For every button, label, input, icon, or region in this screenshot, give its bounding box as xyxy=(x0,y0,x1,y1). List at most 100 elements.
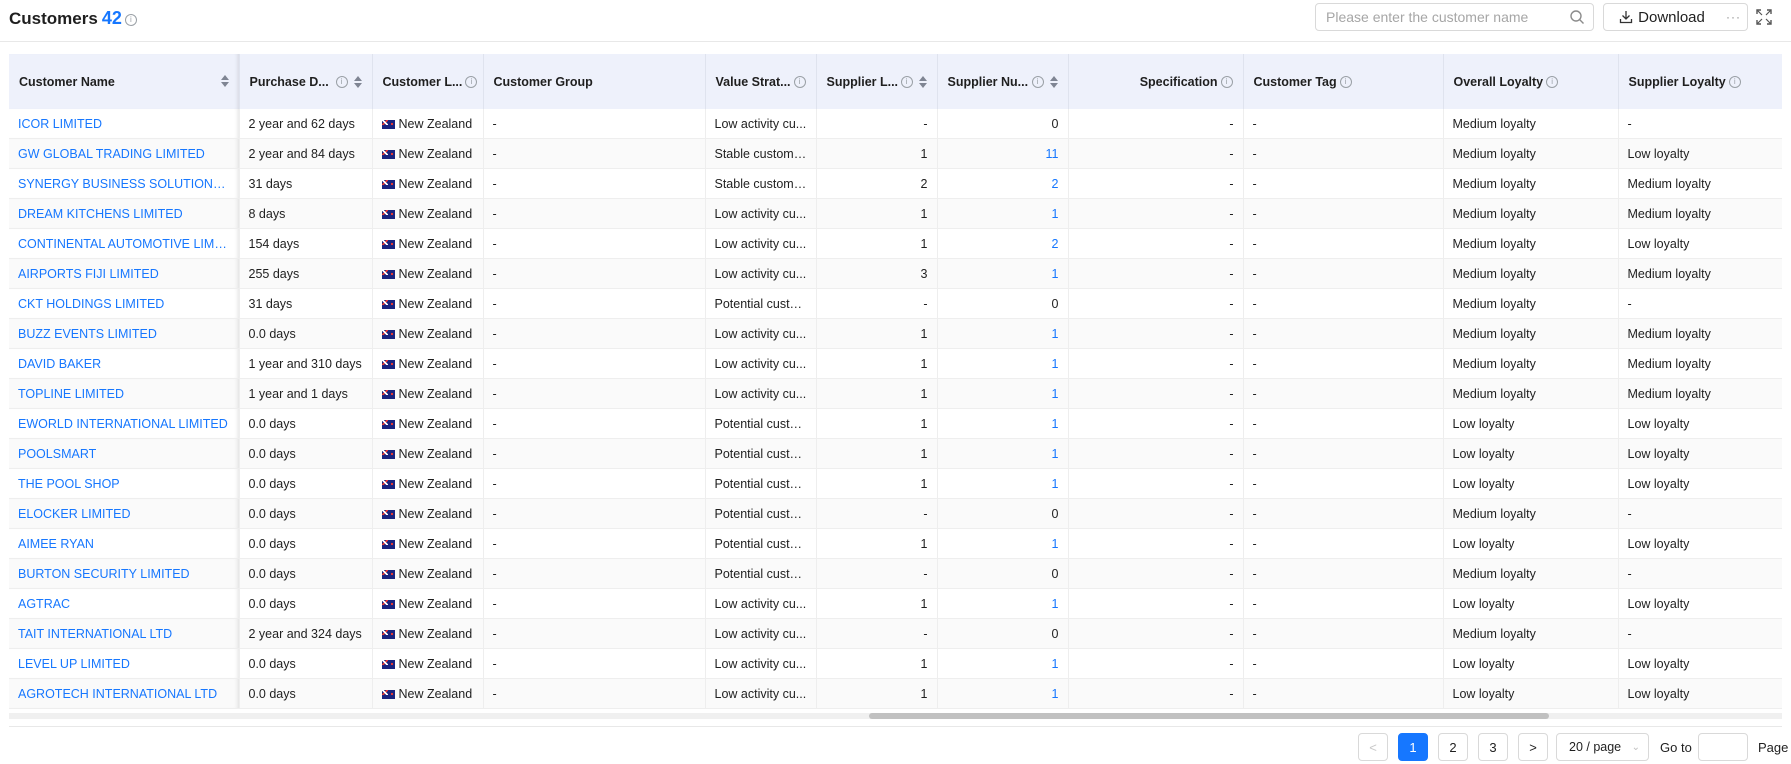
info-icon[interactable]: i xyxy=(465,76,478,89)
cell-customer-name[interactable]: DREAM KITCHENS LIMITED xyxy=(9,198,240,229)
table-row[interactable]: SYNERGY BUSINESS SOLUTIONS LIM... 31 days… xyxy=(9,168,1782,199)
info-icon[interactable]: i xyxy=(124,13,137,26)
prev-page-button[interactable]: < xyxy=(1358,733,1388,761)
cell-customer-tag-text: - xyxy=(1252,206,1257,221)
cell-supplier-number[interactable]: 1 xyxy=(937,258,1069,289)
cell-customer-name[interactable]: TAIT INTERNATIONAL LTD xyxy=(9,618,240,649)
cell-customer-name[interactable]: AGTRAC xyxy=(9,588,240,619)
cell-customer-name[interactable]: CKT HOLDINGS LIMITED xyxy=(9,288,240,319)
cell-specification-text: - xyxy=(1229,176,1234,191)
table-row[interactable]: CONTINENTAL AUTOMOTIVE LIMITED 154 days Ne… xyxy=(9,228,1782,259)
cell-supplier-number[interactable]: 1 xyxy=(937,408,1069,439)
cell-customer-location: New Zealand xyxy=(372,618,484,649)
column-header-customer-group[interactable]: Customer Group xyxy=(483,54,706,109)
table-row[interactable]: THE POOL SHOP 0.0 days New Zealand - Potenti… xyxy=(9,468,1782,499)
table-row[interactable]: DAVID BAKER 1 year and 310 days New Zealan… xyxy=(9,348,1782,379)
goto-page-input[interactable] xyxy=(1698,733,1748,761)
cell-customer-name[interactable]: BURTON SECURITY LIMITED xyxy=(9,558,240,589)
page-button-3[interactable]: 3 xyxy=(1478,733,1508,761)
column-header-specification[interactable]: Specification i xyxy=(1068,54,1244,109)
sort-icon[interactable] xyxy=(353,75,362,89)
table-row[interactable]: AIRPORTS FIJI LIMITED 255 days New Zealand… xyxy=(9,258,1782,289)
table-row[interactable]: BUZZ EVENTS LIMITED 0.0 days New Zealand - L… xyxy=(9,318,1782,349)
info-icon[interactable]: i xyxy=(793,76,806,89)
cell-supplier-number[interactable]: 2 xyxy=(937,228,1069,259)
cell-customer-name[interactable]: THE POOL SHOP xyxy=(9,468,240,499)
cell-supplier-number[interactable]: 1 xyxy=(937,438,1069,469)
table-row[interactable]: DREAM KITCHENS LIMITED 8 days New Zealand -… xyxy=(9,198,1782,229)
cell-customer-name[interactable]: AGROTECH INTERNATIONAL LTD xyxy=(9,678,240,709)
cell-customer-name[interactable]: SYNERGY BUSINESS SOLUTIONS LIM... xyxy=(9,168,240,199)
info-icon[interactable]: i xyxy=(335,75,348,88)
page-button-2[interactable]: 2 xyxy=(1438,733,1468,761)
column-header-supplier-number[interactable]: Supplier Nu... i xyxy=(937,54,1069,109)
fullscreen-icon[interactable] xyxy=(1756,9,1772,25)
table-row[interactable]: AIMEE RYAN 0.0 days New Zealand - Potential … xyxy=(9,528,1782,559)
cell-supplier-number[interactable]: 1 xyxy=(937,468,1069,499)
column-header-supplier-level[interactable]: Supplier L... i xyxy=(816,54,938,109)
info-icon[interactable]: i xyxy=(1031,75,1044,88)
cell-customer-name[interactable]: TOPLINE LIMITED xyxy=(9,378,240,409)
cell-supplier-number[interactable]: 1 xyxy=(937,348,1069,379)
cell-supplier-number[interactable]: 2 xyxy=(937,168,1069,199)
cell-customer-name[interactable]: ICOR LIMITED xyxy=(9,109,240,139)
info-icon[interactable]: i xyxy=(1339,76,1352,89)
cell-customer-name[interactable]: POOLSMART xyxy=(9,438,240,469)
table-row[interactable]: AGROTECH INTERNATIONAL LTD 0.0 days New Ze… xyxy=(9,678,1782,709)
sort-icon[interactable] xyxy=(918,75,927,89)
cell-supplier-number[interactable]: 1 xyxy=(937,378,1069,409)
page-size-select[interactable]: 20 / page ⌄ xyxy=(1556,733,1649,761)
cell-supplier-number[interactable]: 1 xyxy=(937,678,1069,709)
cell-customer-name[interactable]: DAVID BAKER xyxy=(9,348,240,379)
table-row[interactable]: ELOCKER LIMITED 0.0 days New Zealand - Poten… xyxy=(9,498,1782,529)
search-box[interactable] xyxy=(1315,3,1594,31)
cell-customer-name[interactable]: AIMEE RYAN xyxy=(9,528,240,559)
cell-overall-loyalty: Low loyalty xyxy=(1443,678,1619,709)
sort-icon[interactable] xyxy=(220,74,229,88)
download-button[interactable]: Download xyxy=(1603,3,1721,31)
cell-supplier-number[interactable]: 1 xyxy=(937,588,1069,619)
scrollbar-thumb[interactable] xyxy=(869,713,1549,719)
table-row[interactable]: LEVEL UP LIMITED 0.0 days New Zealand - Low … xyxy=(9,648,1782,679)
table-row[interactable]: CKT HOLDINGS LIMITED 31 days New Zealand - P… xyxy=(9,288,1782,319)
column-header-purchase-duration[interactable]: Purchase D... i xyxy=(239,54,373,109)
table-row[interactable]: AGTRAC 0.0 days New Zealand - Low activity c… xyxy=(9,588,1782,619)
column-header-supplier-loyalty[interactable]: Supplier Loyalty i xyxy=(1618,54,1782,109)
search-input[interactable] xyxy=(1316,4,1576,30)
cell-customer-name[interactable]: AIRPORTS FIJI LIMITED xyxy=(9,258,240,289)
column-header-overall-loyalty[interactable]: Overall Loyalty i xyxy=(1443,54,1619,109)
column-header-customer-tag[interactable]: Customer Tag i xyxy=(1243,54,1444,109)
column-header-customer-location[interactable]: Customer L... i xyxy=(372,54,484,109)
table-row[interactable]: ICOR LIMITED 2 year and 62 days New Zealan… xyxy=(9,109,1782,139)
info-icon[interactable]: i xyxy=(900,75,913,88)
table-row[interactable]: BURTON SECURITY LIMITED 0.0 days New Zeala… xyxy=(9,558,1782,589)
cell-supplier-number[interactable]: 1 xyxy=(937,318,1069,349)
column-header-value-strategy[interactable]: Value Strat... i xyxy=(705,54,817,109)
table-row[interactable]: POOLSMART 0.0 days New Zealand - Potential c… xyxy=(9,438,1782,469)
sort-icon[interactable] xyxy=(1049,75,1058,89)
table-row[interactable]: GW GLOBAL TRADING LIMITED 2 year and 84 d… xyxy=(9,138,1782,169)
cell-customer-name[interactable]: EWORLD INTERNATIONAL LIMITED xyxy=(9,408,240,439)
more-options-button[interactable]: ··· xyxy=(1720,3,1748,31)
cell-supplier-number[interactable]: 1 xyxy=(937,648,1069,679)
page-button-1[interactable]: 1 xyxy=(1398,733,1428,761)
info-icon[interactable]: i xyxy=(1220,76,1233,89)
cell-supplier-number[interactable]: 1 xyxy=(937,528,1069,559)
cell-customer-name[interactable]: LEVEL UP LIMITED xyxy=(9,648,240,679)
info-icon[interactable]: i xyxy=(1546,76,1559,89)
horizontal-scrollbar[interactable] xyxy=(9,713,1782,719)
cell-customer-name[interactable]: GW GLOBAL TRADING LIMITED xyxy=(9,138,240,169)
search-icon[interactable] xyxy=(1569,9,1585,25)
table-row[interactable]: TAIT INTERNATIONAL LTD 2 year and 324 day… xyxy=(9,618,1782,649)
info-icon[interactable]: i xyxy=(1728,76,1741,89)
table-row[interactable]: EWORLD INTERNATIONAL LIMITED 0.0 days New … xyxy=(9,408,1782,439)
cell-customer-name[interactable]: BUZZ EVENTS LIMITED xyxy=(9,318,240,349)
cell-customer-location: New Zealand xyxy=(372,558,484,589)
column-header-customer-name[interactable]: Customer Name xyxy=(9,54,240,109)
cell-customer-name[interactable]: CONTINENTAL AUTOMOTIVE LIMITED xyxy=(9,228,240,259)
cell-supplier-number[interactable]: 11 xyxy=(937,138,1069,169)
cell-supplier-number[interactable]: 1 xyxy=(937,198,1069,229)
cell-customer-name[interactable]: ELOCKER LIMITED xyxy=(9,498,240,529)
table-row[interactable]: TOPLINE LIMITED 1 year and 1 days New Zeal… xyxy=(9,378,1782,409)
next-page-button[interactable]: > xyxy=(1518,733,1548,761)
